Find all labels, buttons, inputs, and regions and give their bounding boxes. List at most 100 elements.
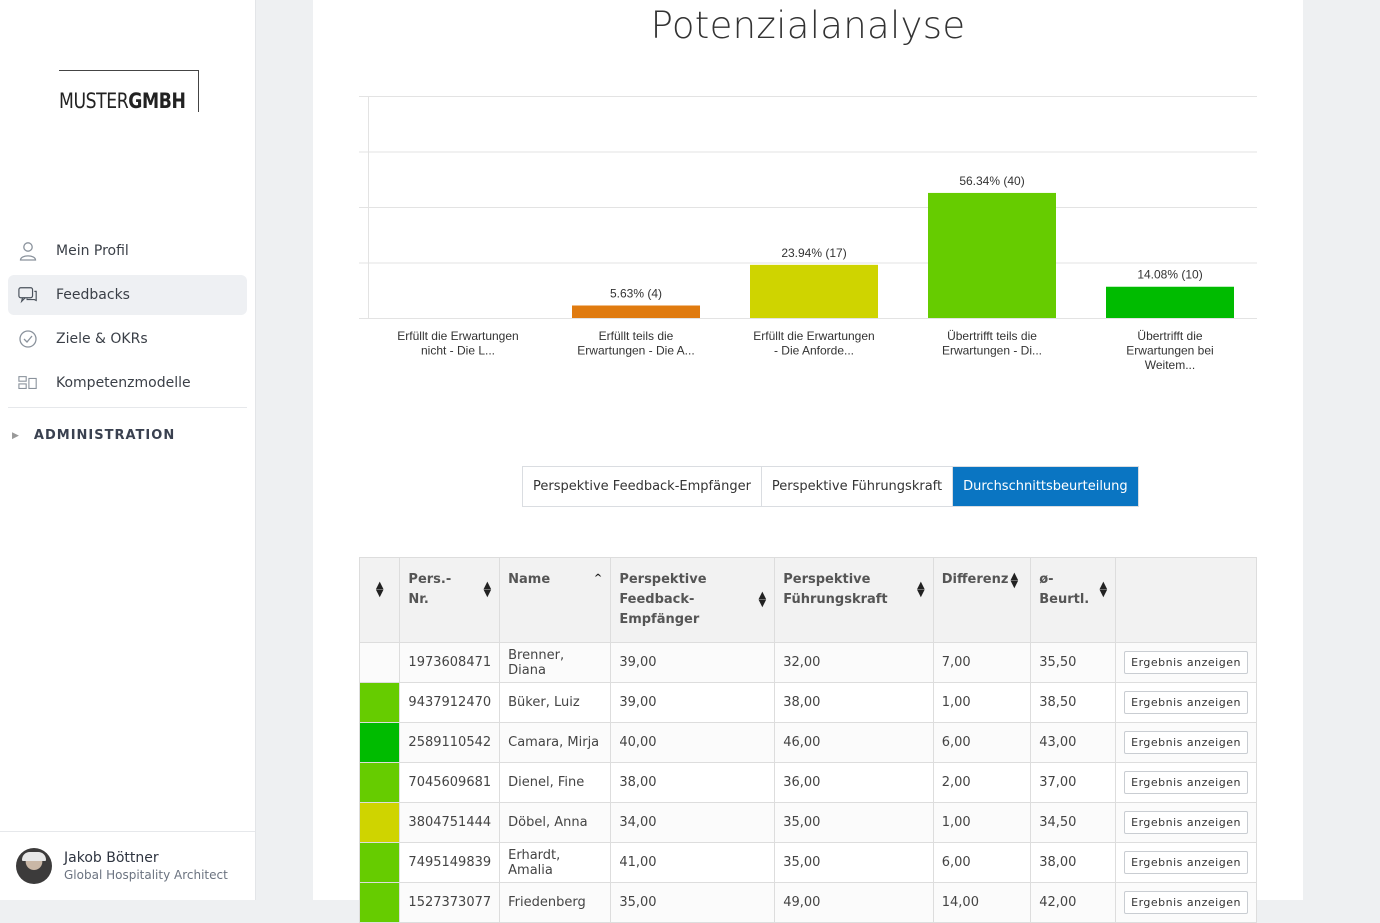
show-result-button[interactable]: Ergebnis anzeigen (1124, 731, 1248, 754)
x-tick-label: Übertrifft teils die Erwartungen - Di... (942, 329, 1042, 358)
bar-chart: Erfüllt die Erwartungen nicht - Die L... 5… (313, 0, 1303, 400)
tab-durchschnittsbeurteilung[interactable]: Durchschnittsbeurteilung (953, 467, 1138, 506)
header-actions (1115, 557, 1257, 643)
show-result-button[interactable]: Ergebnis anzeigen (1124, 691, 1248, 714)
header-label: Differenz (941, 572, 1009, 587)
cell-name: Camara, Mirja (499, 722, 612, 763)
rating-color-swatch (360, 803, 400, 842)
cell-actions: Ergebnis anzeigen (1115, 882, 1257, 923)
sort-icon: ▲ ▼ (758, 590, 767, 609)
x-tick-label: Erfüllt die Erwartungen nicht - Die L... (397, 329, 518, 358)
header-color[interactable]: ▲ ▼ (358, 557, 401, 643)
nav-divider (8, 407, 247, 408)
header-fuehrungskraft[interactable]: Perspektive Führungskraft ▲ ▼ (774, 557, 934, 643)
cell-avg: 42,00 (1030, 882, 1117, 923)
cell-pers-nr: 1973608471 (399, 642, 501, 683)
cell-fuehrungskraft: 36,00 (774, 762, 934, 803)
cell-fuehrungskraft: 46,00 (774, 722, 934, 763)
table-row: 7495149839 Erhardt, Amalia 41,00 35,00 6,00 3… (358, 842, 1257, 883)
table-row: 2589110542 Camara, Mirja 40,00 46,00 6,00 43,… (358, 722, 1257, 763)
administration-label: ADMINISTRATION (33, 428, 176, 443)
avatar (16, 848, 52, 884)
rating-color-cell (358, 802, 401, 843)
table-row: 7045609681 Dienel, Fine 38,00 36,00 2,00 37,0… (358, 762, 1257, 803)
sidebar-item-kompetenzmodelle[interactable]: Kompetenzmodelle (8, 363, 247, 403)
cell-actions: Ergebnis anzeigen (1115, 642, 1257, 683)
cell-fuehrungskraft: 35,00 (774, 842, 934, 883)
rating-color-cell (358, 762, 401, 803)
cell-differenz: 2,00 (932, 762, 1032, 803)
header-avg[interactable]: ø-Beurtl. ▲ ▼ (1030, 557, 1117, 643)
tab-feedback-empfaenger[interactable]: Perspektive Feedback-Empfänger (523, 467, 762, 506)
cell-feedback-empfaenger: 39,00 (610, 682, 776, 723)
cell-pers-nr: 3804751444 (399, 802, 501, 843)
cell-name: Döbel, Anna (499, 802, 612, 843)
bar-data-label: 23.94% (17) (781, 246, 846, 260)
logo-text: MUSTERGMBH (59, 89, 186, 113)
cell-actions: Ergebnis anzeigen (1115, 722, 1257, 763)
rating-color-swatch (360, 643, 399, 682)
rating-color-swatch (360, 683, 400, 722)
header-feedback-empfaenger[interactable]: Perspektive Feedback-Empfänger ▲ ▼ (610, 557, 776, 643)
sidebar-item-feedbacks[interactable]: Feedbacks (8, 275, 247, 315)
caret-right-icon: ▶ (12, 430, 20, 441)
sidebar-item-label: Kompetenzmodelle (56, 375, 191, 391)
show-result-button[interactable]: Ergebnis anzeigen (1124, 771, 1248, 794)
cell-feedback-empfaenger: 38,00 (610, 762, 776, 803)
sort-icon: ▲ ▼ (375, 580, 384, 599)
show-result-button[interactable]: Ergebnis anzeigen (1124, 851, 1248, 874)
sidebar-item-label: Feedbacks (56, 287, 130, 303)
tab-fuehrungskraft[interactable]: Perspektive Führungskraft (761, 467, 954, 506)
rating-color-cell (358, 642, 401, 683)
cell-fuehrungskraft: 38,00 (774, 682, 934, 723)
bar (750, 264, 878, 318)
cell-avg: 34,50 (1030, 802, 1117, 843)
cell-pers-nr: 9437912470 (399, 682, 501, 723)
sidebar-item-label: Mein Profil (56, 243, 129, 259)
sidebar-item-mein-profil[interactable]: Mein Profil (8, 231, 247, 271)
cell-differenz: 14,00 (932, 882, 1032, 923)
administration-toggle[interactable]: ▶ ADMINISTRATION (12, 428, 175, 443)
bar (928, 192, 1056, 318)
cell-name: Brenner, Diana (499, 642, 612, 683)
header-label: Pers.-Nr. (408, 572, 452, 607)
sidebar-item-ziele-okrs[interactable]: Ziele & OKRs (8, 319, 247, 359)
show-result-button[interactable]: Ergebnis anzeigen (1124, 811, 1248, 834)
cell-name: Dienel, Fine (499, 762, 612, 803)
show-result-button[interactable]: Ergebnis anzeigen (1124, 891, 1248, 914)
cell-differenz: 1,00 (932, 802, 1032, 843)
cell-actions: Ergebnis anzeigen (1115, 842, 1257, 883)
cell-fuehrungskraft: 49,00 (774, 882, 934, 923)
bar (572, 305, 700, 318)
cell-pers-nr: 7045609681 (399, 762, 501, 803)
user-name: Jakob Böttner (64, 849, 159, 866)
cell-avg: 35,50 (1030, 642, 1117, 683)
header-label: ø-Beurtl. (1039, 572, 1090, 607)
cell-fuehrungskraft: 32,00 (774, 642, 934, 683)
user-role: Global Hospitality Architect (64, 867, 228, 882)
cell-avg: 43,00 (1030, 722, 1117, 763)
sidebar-nav: Mein Profil Feedbacks Ziele & OKRs Kompe… (8, 231, 247, 407)
modules-icon (18, 373, 38, 393)
header-pers-nr[interactable]: Pers.-Nr. ▲ ▼ (399, 557, 501, 643)
results-table: ▲ ▼ Pers.-Nr. ▲ ▼ Name ^ Perspektive Feedbac… (358, 557, 1257, 923)
rating-color-swatch (360, 883, 400, 922)
header-differenz[interactable]: Differenz ▲ ▼ (932, 557, 1032, 643)
check-circle-icon (18, 329, 38, 349)
table-row: 1973608471 Brenner, Diana 39,00 32,00 7,00 35… (358, 642, 1257, 683)
rating-color-cell (358, 682, 401, 723)
rating-color-cell (358, 842, 401, 883)
table-row: 9437912470 Büker, Luiz 39,00 38,00 1,00 38,50… (358, 682, 1257, 723)
main-card: Potenzialanalyse Erfüllt die Erwartungen… (313, 0, 1303, 923)
bar (1106, 286, 1234, 318)
perspective-tabs: Perspektive Feedback-Empfänger Perspekti… (522, 466, 1139, 507)
table-row: 1527373077 Friedenberg 35,00 49,00 14,00 42,0… (358, 882, 1257, 923)
cell-differenz: 6,00 (932, 722, 1032, 763)
sort-icon: ▲ ▼ (917, 580, 925, 599)
header-name[interactable]: Name ^ (499, 557, 612, 643)
user-profile[interactable]: Jakob Böttner Global Hospitality Archite… (0, 831, 255, 900)
cell-feedback-empfaenger: 34,00 (610, 802, 776, 843)
show-result-button[interactable]: Ergebnis anzeigen (1124, 651, 1248, 674)
cell-actions: Ergebnis anzeigen (1115, 802, 1257, 843)
company-logo[interactable]: MUSTERGMBH (59, 70, 199, 112)
